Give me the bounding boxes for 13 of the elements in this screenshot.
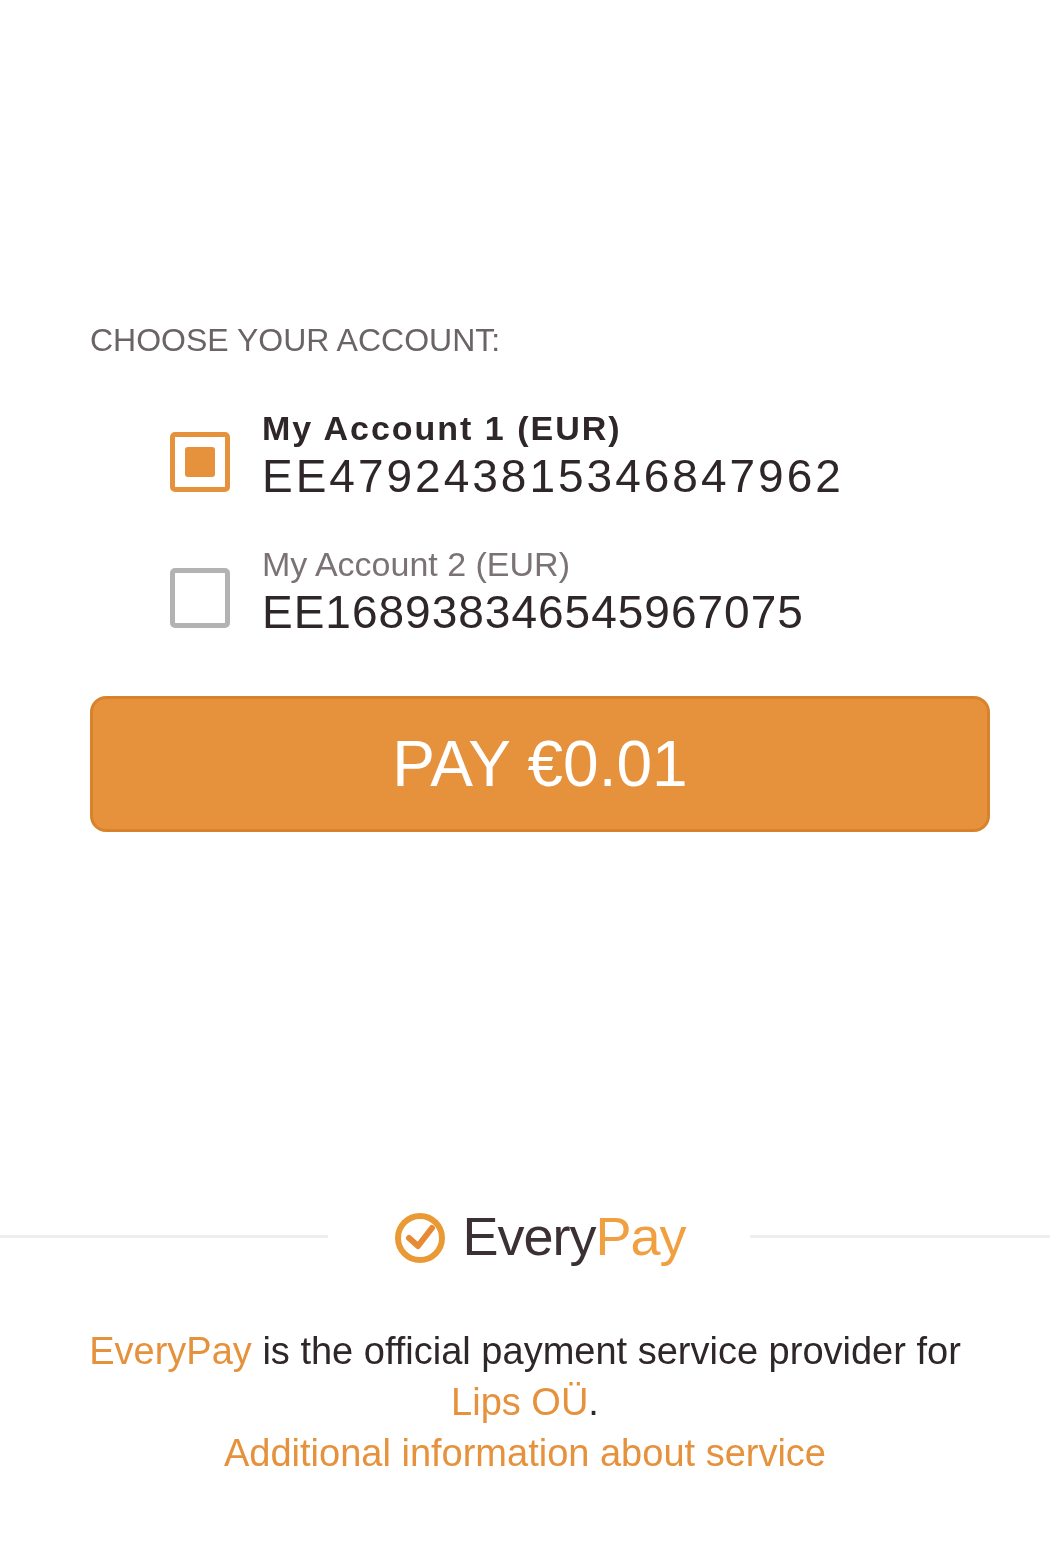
radio-button[interactable] <box>170 432 230 492</box>
account-name: My Account 1 (EUR) <box>262 408 623 448</box>
additional-info-link[interactable]: Additional information about service <box>60 1428 990 1479</box>
radio-button[interactable] <box>170 568 230 628</box>
account-iban: EE168938346545967075 <box>262 585 804 640</box>
account-name: My Account 2 (EUR) <box>262 544 571 584</box>
provider-statement: EveryPay is the official payment service provider for Lips OÜ. <box>88 1329 962 1425</box>
link[interactable]: EveryPay <box>89 1330 252 1372</box>
link[interactable]: Lips OÜ <box>451 1381 589 1423</box>
logo-text: EveryPay <box>462 1206 686 1266</box>
section-heading: CHOOSE YOUR ACCOUNT: <box>90 321 502 360</box>
pay-button[interactable]: PAY €0.01 <box>90 696 990 832</box>
account-iban: EE479243815346847962 <box>262 449 844 504</box>
